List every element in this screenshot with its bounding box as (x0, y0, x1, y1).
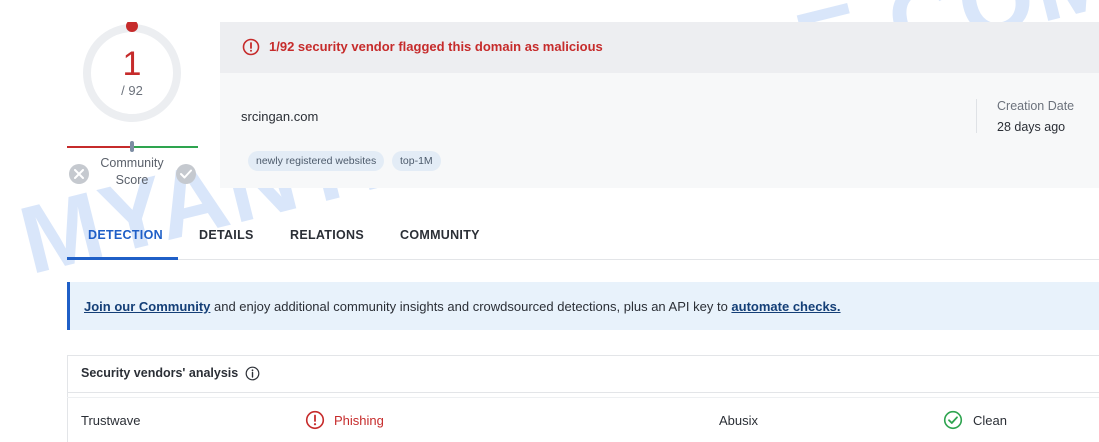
upvote-button[interactable] (176, 164, 196, 184)
community-label-line1: Community (100, 156, 164, 170)
vendor-name-2: Abusix (719, 413, 759, 428)
community-score-bar-negative (67, 146, 132, 148)
community-banner-text: Join our Community and enjoy additional … (84, 299, 841, 314)
close-icon (74, 169, 84, 179)
vendor-result-phishing: Phishing (334, 413, 384, 428)
automate-checks-link[interactable]: automate checks. (731, 299, 840, 314)
check-icon (180, 169, 192, 179)
community-label-line2: Score (115, 173, 149, 187)
vendor-name: Trustwave (81, 413, 141, 428)
alert-circle-icon (242, 38, 260, 56)
domain-name: srcingan.com (241, 109, 319, 124)
meta-divider (976, 99, 977, 133)
alert-message: 1/92 security vendor flagged this domain… (269, 39, 603, 54)
tab-community[interactable]: COMMUNITY (400, 228, 480, 242)
check-circle-icon (943, 410, 963, 430)
creation-date-label: Creation Date (997, 99, 1075, 113)
community-score-bar-positive (132, 146, 198, 148)
vendors-header-divider (67, 392, 1099, 393)
tag-newly-registered[interactable]: newly registered websites (248, 151, 385, 171)
tabs-divider (67, 259, 1099, 260)
tab-detection[interactable]: DETECTION (88, 228, 163, 242)
detection-total: / 92 (121, 83, 143, 98)
alert-circle-icon (305, 410, 325, 430)
info-icon[interactable] (245, 366, 260, 381)
community-score-marker (130, 141, 134, 152)
vendors-title: Security vendors' analysis (81, 366, 239, 380)
creation-date-value: 28 days ago (997, 120, 1066, 134)
community-score-label: Community Score (92, 155, 172, 189)
vendors-row-divider (67, 397, 1099, 398)
join-community-link[interactable]: Join our Community (84, 299, 210, 314)
tab-details[interactable]: DETAILS (199, 228, 254, 242)
downvote-button[interactable] (69, 164, 89, 184)
tab-relations[interactable]: RELATIONS (290, 228, 364, 242)
detection-count: 1 (122, 45, 142, 83)
active-tab-indicator (67, 257, 178, 260)
tag-top-1m[interactable]: top-1M (392, 151, 441, 171)
banner-middle-text: and enjoy additional community insights … (210, 299, 732, 314)
vendor-result-clean: Clean (973, 413, 1007, 428)
